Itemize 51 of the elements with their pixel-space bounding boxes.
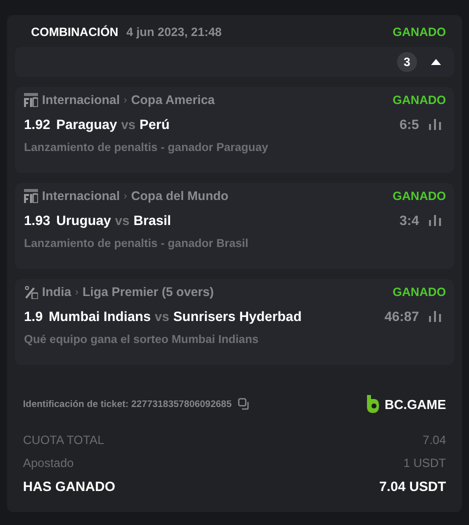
score: 6:5 xyxy=(399,117,419,132)
versus-label: vs xyxy=(154,309,170,324)
stats-icon[interactable] xyxy=(429,119,441,130)
summary-value: 1 USDT xyxy=(403,456,446,470)
copy-icon[interactable] xyxy=(238,398,250,410)
team-name: Mumbai Indians xyxy=(48,309,151,324)
status-label: GANADO xyxy=(392,25,446,39)
market-description: Lanzamiento de penaltis - ganador Paraguay xyxy=(24,142,270,154)
odds-value: 1.93 xyxy=(24,213,50,228)
league-name: Liga Premier (5 overs) xyxy=(82,285,214,299)
country-name: Internacional xyxy=(42,93,120,107)
summary-label: HAS GANADO xyxy=(23,479,116,494)
country-name: Internacional xyxy=(42,189,120,203)
summary-value: 7.04 xyxy=(422,433,446,447)
status-label: GANADO xyxy=(392,285,446,299)
cricket-icon xyxy=(24,285,38,299)
score: 3:4 xyxy=(399,213,419,228)
versus-label: vs xyxy=(115,213,130,228)
league-name: Copa America xyxy=(131,93,215,107)
team-name: Perú xyxy=(140,117,170,132)
market-description: Lanzamiento de penaltis - ganador Brasil xyxy=(24,238,250,250)
breadcrumb-separator: › xyxy=(124,94,128,106)
legs-bar[interactable]: 3 xyxy=(15,47,454,77)
stats-icon[interactable] xyxy=(429,215,441,226)
versus-label: vs xyxy=(121,117,136,132)
country-name: India xyxy=(42,285,72,299)
team-name: Sunrisers Hyderbad xyxy=(173,309,302,324)
status-label: GANADO xyxy=(392,93,446,107)
sport-logo-icon xyxy=(24,93,38,107)
brand-logo-icon xyxy=(366,395,380,413)
legs-count: 3 xyxy=(397,52,417,72)
summary-label: CUOTA TOTAL xyxy=(23,433,104,447)
summary-value: 7.04 USDT xyxy=(379,479,446,494)
summary-label: Apostado xyxy=(23,456,74,470)
breadcrumb-separator: › xyxy=(124,190,128,202)
brand-name: BC.GAME xyxy=(384,396,446,412)
market-description: Qué equipo gana el sorteo Mumbai Indians xyxy=(24,334,260,346)
odds-value: 1.92 xyxy=(24,117,50,132)
ticket-id: Identificación de ticket: 2277318357806092685 xyxy=(23,398,232,410)
sport-logo-icon xyxy=(24,189,38,203)
team-name: Paraguay xyxy=(56,117,118,132)
league-name: Copa del Mundo xyxy=(131,189,228,203)
score: 46:87 xyxy=(384,309,419,324)
breadcrumb-separator: › xyxy=(75,286,79,298)
team-name: Brasil xyxy=(134,213,172,228)
stats-icon[interactable] xyxy=(429,311,441,322)
status-label: GANADO xyxy=(392,189,446,203)
bet-date: 4 jun 2023, 21:48 xyxy=(126,25,222,39)
bet-type: COMBINACIÓN xyxy=(31,25,118,39)
team-name: Uruguay xyxy=(56,213,112,228)
odds-value: 1.9 xyxy=(24,309,43,324)
